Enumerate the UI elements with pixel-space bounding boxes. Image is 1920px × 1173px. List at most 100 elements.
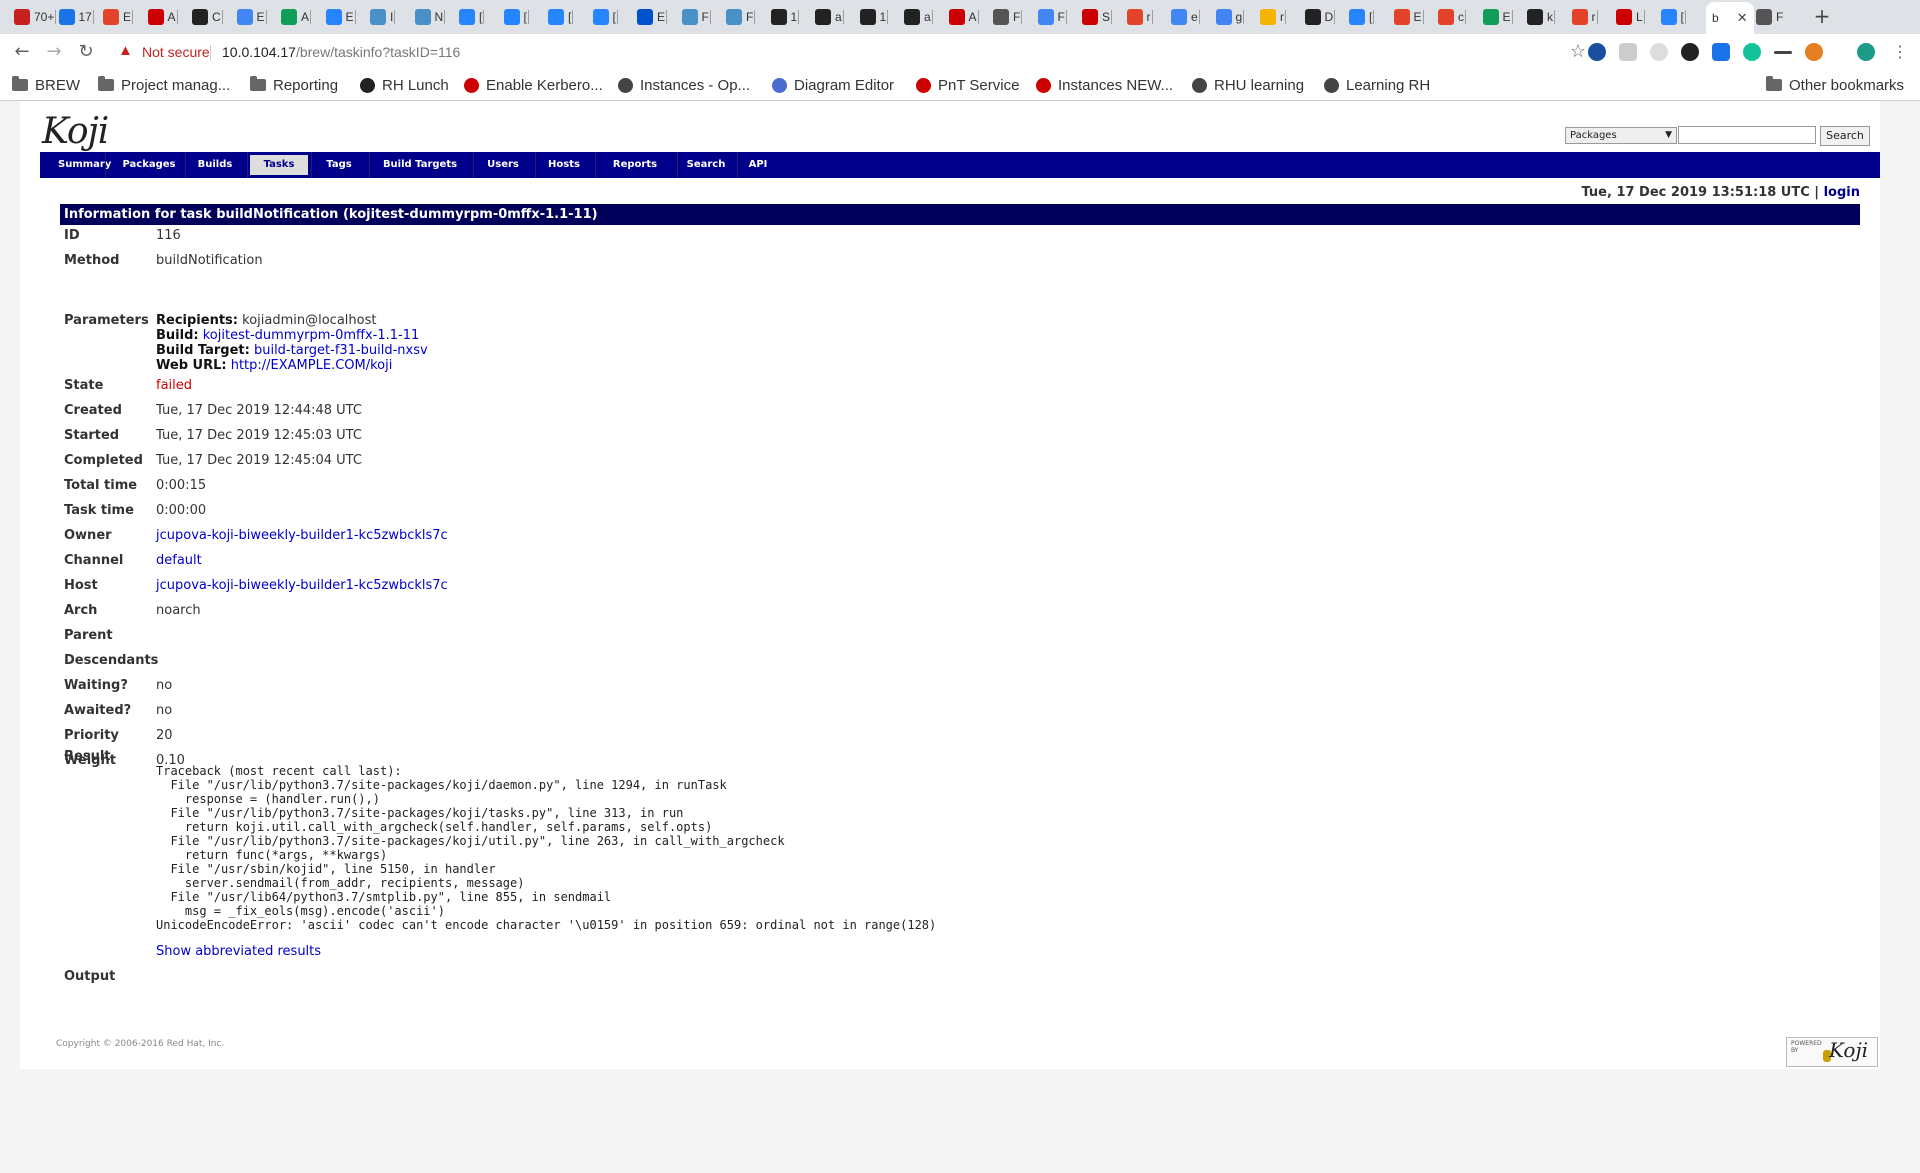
nav-api[interactable]: API	[738, 155, 778, 175]
browser-tab[interactable]: a	[815, 4, 844, 30]
browser-tab[interactable]: E	[103, 4, 134, 30]
new-tab-button[interactable]: +	[1808, 4, 1836, 28]
extension-icon[interactable]	[1712, 43, 1730, 61]
menu-icon[interactable]: ⋮	[1888, 40, 1912, 64]
forward-button[interactable]: →	[42, 40, 66, 64]
browser-tab[interactable]: F	[726, 4, 756, 30]
extension-icon[interactable]	[1619, 43, 1637, 61]
browser-tab[interactable]: k	[1527, 4, 1555, 30]
back-button[interactable]: ←	[10, 40, 34, 64]
extension-icon[interactable]	[1774, 51, 1792, 54]
nav-tags[interactable]: Tags	[312, 155, 366, 175]
search-input[interactable]	[1678, 126, 1816, 144]
bookmark-item[interactable]: Instances NEW...	[1036, 74, 1173, 96]
nav-build-targets[interactable]: Build Targets	[370, 155, 470, 175]
browser-tab[interactable]: L	[1616, 4, 1645, 30]
build-target-link[interactable]: build-target-f31-build-nxsv	[254, 343, 428, 358]
login-link[interactable]: login	[1824, 185, 1860, 200]
field-value[interactable]: jcupova-koji-biweekly-builder1-kc5zwbckl…	[156, 528, 448, 543]
search-button[interactable]: Search	[1820, 126, 1870, 146]
not-secure-label[interactable]: Not secure	[142, 44, 210, 60]
extension-icon[interactable]	[1743, 43, 1761, 61]
browser-tab[interactable]: F	[681, 4, 711, 30]
browser-tab[interactable]: [	[459, 4, 485, 30]
bookmark-folder[interactable]: Project manag...	[98, 74, 230, 96]
extension-icon[interactable]	[1588, 43, 1606, 61]
field-label: Method	[64, 253, 120, 268]
browser-tab[interactable]: E	[325, 4, 356, 30]
browser-tab[interactable]: I	[370, 4, 396, 30]
bookmark-star-icon[interactable]: ☆	[1570, 41, 1586, 62]
browser-tab[interactable]: S	[1082, 4, 1113, 30]
browser-tab[interactable]: N	[414, 4, 446, 30]
other-bookmarks[interactable]: Other bookmarks	[1766, 74, 1904, 96]
nav-builds[interactable]: Builds	[186, 155, 244, 175]
browser-tab[interactable]: [	[1349, 4, 1375, 30]
browser-tab[interactable]: [	[1660, 4, 1686, 30]
browser-tab[interactable]: F	[1756, 4, 1783, 30]
browser-tab[interactable]: 1	[859, 4, 889, 30]
nav-summary[interactable]: Summary	[58, 155, 111, 175]
browser-tab[interactable]: E	[236, 4, 267, 30]
active-tab[interactable]: b ✕	[1706, 2, 1754, 34]
browser-tab[interactable]: [	[592, 4, 618, 30]
bookmark-item[interactable]: Instances - Op...	[618, 74, 750, 96]
browser-tab[interactable]: r	[1126, 4, 1153, 30]
browser-tab[interactable]: C	[192, 4, 223, 30]
browser-tab[interactable]: E	[1393, 4, 1424, 30]
nav-search[interactable]: Search	[678, 155, 734, 175]
browser-tab[interactable]: [	[503, 4, 529, 30]
show-abbreviated-link[interactable]: Show abbreviated results	[156, 944, 321, 959]
extension-icon[interactable]	[1681, 43, 1699, 61]
browser-tab[interactable]: E	[1482, 4, 1513, 30]
extension-icon[interactable]	[1805, 43, 1823, 61]
nav-users[interactable]: Users	[474, 155, 532, 175]
browser-tab[interactable]: 70+	[14, 4, 57, 30]
bookmark-folder[interactable]: Reporting	[250, 74, 338, 96]
browser-tab[interactable]: A	[281, 4, 312, 30]
field-value[interactable]: jcupova-koji-biweekly-builder1-kc5zwbckl…	[156, 578, 448, 593]
web-url-link[interactable]: http://EXAMPLE.COM/koji	[231, 358, 393, 373]
browser-tab[interactable]: D	[1304, 4, 1336, 30]
bookmark-item[interactable]: Diagram Editor	[772, 74, 894, 96]
browser-tab[interactable]: E	[637, 4, 668, 30]
bookmark-item[interactable]: RH Lunch	[360, 74, 449, 96]
browser-tab[interactable]: e	[1171, 4, 1200, 30]
build-link[interactable]: kojitest-dummyrpm-0mffx-1.1-11	[203, 328, 420, 343]
browser-tab[interactable]: F	[993, 4, 1023, 30]
search-type-select[interactable]: Packages ▼	[1565, 127, 1677, 144]
show-abbreviated-label[interactable]: Show abbreviated results	[156, 944, 321, 959]
browser-tab[interactable]: a	[904, 4, 933, 30]
browser-tab[interactable]: 17	[58, 4, 94, 30]
field-label: Completed	[64, 453, 143, 468]
nav-tasks[interactable]: Tasks	[250, 155, 308, 175]
koji-logo[interactable]: Koji	[42, 111, 109, 152]
nav-reports[interactable]: Reports	[596, 155, 674, 175]
tab-label: F	[1057, 10, 1065, 24]
bookmark-item[interactable]: Enable Kerbero...	[464, 74, 603, 96]
tab-separator	[1285, 10, 1286, 24]
browser-tab[interactable]: r	[1571, 4, 1598, 30]
url-text[interactable]: 10.0.104.17/brew/taskinfo?taskID=116	[222, 44, 460, 60]
browser-tab[interactable]: A	[948, 4, 979, 30]
close-tab-icon[interactable]: ✕	[1737, 10, 1748, 26]
browser-tab[interactable]: A	[147, 4, 178, 30]
reload-button[interactable]: ↻	[74, 40, 98, 64]
powered-by-koji-badge[interactable]: POWERED BY Koji	[1786, 1037, 1878, 1067]
browser-tab[interactable]: 1	[770, 4, 800, 30]
extension-icon[interactable]	[1650, 43, 1668, 61]
nav-packages[interactable]: Packages	[116, 155, 182, 175]
bookmark-item[interactable]: RHU learning	[1192, 74, 1304, 96]
browser-tab[interactable]: r	[1260, 4, 1286, 30]
bookmark-item[interactable]: Learning RH	[1324, 74, 1430, 96]
field-value[interactable]: default	[156, 553, 202, 568]
browser-tab[interactable]: [	[548, 4, 574, 30]
bookmark-folder[interactable]: BREW	[12, 74, 80, 96]
browser-tab[interactable]: g	[1215, 4, 1245, 30]
browser-tab[interactable]: F	[1037, 4, 1067, 30]
nav-hosts[interactable]: Hosts	[536, 155, 592, 175]
bookmark-item[interactable]: PnT Service	[916, 74, 1019, 96]
browser-tab[interactable]: c	[1438, 4, 1466, 30]
address-bar[interactable]: ▲ Not secure 10.0.104.17/brew/taskinfo?t…	[110, 38, 1588, 66]
profile-avatar[interactable]	[1857, 43, 1875, 61]
